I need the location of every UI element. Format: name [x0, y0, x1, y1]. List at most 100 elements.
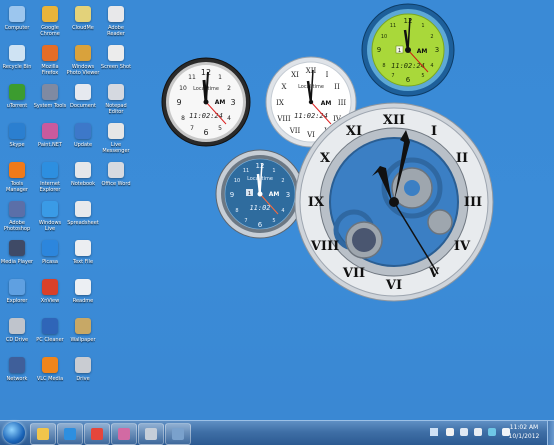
taskbar-snipping-tool-button[interactable] [138, 423, 164, 445]
desktop-icon[interactable]: Computer [2, 4, 32, 40]
desktop-icon[interactable]: CD Drive [2, 316, 32, 352]
app-icon [75, 84, 91, 100]
app-icon [75, 201, 91, 217]
svg-text:9: 9 [176, 98, 181, 107]
app-icon [108, 84, 124, 100]
desktop-icon[interactable]: Internet Explorer [35, 160, 65, 196]
desktop-icon[interactable]: Media Player [1, 238, 33, 274]
desktop-icon[interactable]: Adobe Reader [101, 4, 131, 40]
app-icon [75, 45, 91, 61]
tray-network-icon[interactable] [460, 428, 468, 436]
desktop-icon[interactable]: Windows Photo Viewer [67, 43, 99, 79]
clock-gadget-black[interactable]: 123 69 12 45 78 1011 Local time AM 11:02… [160, 56, 252, 148]
svg-text:11: 11 [243, 168, 249, 174]
desktop-icon[interactable]: Mozilla Firefox [35, 43, 65, 79]
show-desktop-button[interactable] [547, 421, 554, 445]
svg-text:5: 5 [272, 218, 275, 224]
app-icon [42, 201, 58, 217]
taskbar-date: 10/1/2012 [508, 433, 540, 440]
desktop-icon[interactable]: Update [68, 121, 98, 157]
svg-text:IX: IX [276, 99, 284, 107]
desktop-icon[interactable]: Picasa [35, 238, 65, 274]
svg-text:8: 8 [181, 115, 185, 122]
svg-text:X: X [282, 83, 287, 91]
desktop-icon[interactable]: Explorer [2, 277, 32, 313]
svg-text:7: 7 [190, 125, 194, 132]
svg-text:XII: XII [383, 113, 405, 128]
taskbar-explorer-button[interactable] [30, 423, 56, 445]
desktop-icon[interactable]: Notepad Editor [101, 82, 131, 118]
desktop-icon[interactable]: Recycle Bin [2, 43, 32, 79]
taskbar-clock[interactable]: 11:02 AM 10/1/2012 [502, 423, 546, 441]
taskbar-internet-explorer-button[interactable] [57, 423, 83, 445]
clock-gadget-steampunk[interactable]: XII I II III IV V VI VII VIII IX X XI [292, 102, 496, 302]
svg-text:X: X [320, 151, 331, 166]
taskbar-chrome-button[interactable] [84, 423, 110, 445]
app-icon [75, 318, 91, 334]
desktop-icon[interactable]: PC Cleaner [35, 316, 65, 352]
svg-text:11: 11 [188, 74, 196, 81]
tray-arrow-icon[interactable] [430, 428, 438, 436]
desktop-icon[interactable]: Wallpaper [68, 316, 98, 352]
desktop-icon-label: Adobe Reader [107, 25, 125, 37]
desktop-icon-label: Readme [72, 298, 94, 304]
svg-text:I: I [326, 71, 329, 79]
clock3-day: 1 [398, 48, 401, 54]
desktop-icon[interactable]: Readme [68, 277, 98, 313]
desktop-icon[interactable]: VLC Media [35, 355, 65, 391]
desktop-icon-label: Text File [72, 259, 94, 265]
svg-text:XI: XI [346, 124, 362, 139]
desktop-icon-label: Office Word [101, 181, 131, 187]
desktop-icon[interactable]: Live Messenger [101, 121, 131, 157]
tray-app-icon[interactable] [488, 428, 496, 436]
svg-text:1: 1 [421, 23, 424, 29]
desktop-icon-label: Internet Explorer [39, 181, 61, 193]
desktop-icon[interactable]: Spreadsheet [67, 199, 99, 235]
svg-text:10: 10 [179, 85, 187, 92]
svg-text:3: 3 [286, 191, 290, 199]
desktop-icon-label: Tools Manager [6, 181, 28, 193]
desktop-icon[interactable]: Network [2, 355, 32, 391]
svg-text:1: 1 [218, 74, 222, 81]
desktop-icon[interactable]: uTorrent [2, 82, 32, 118]
desktop-icon[interactable]: Text File [68, 238, 98, 274]
app-icon [42, 357, 58, 373]
desktop-icon[interactable]: Paint.NET [35, 121, 65, 157]
desktop-icon[interactable]: Windows Live [35, 199, 65, 235]
tray-flag-icon[interactable] [446, 428, 454, 436]
svg-text:12: 12 [201, 68, 211, 77]
app-icon [75, 357, 91, 373]
desktop-icon[interactable]: Screen Shot [101, 43, 131, 79]
clock4-digital: 11:02 [249, 204, 270, 212]
app-icon [9, 84, 25, 100]
desktop-icon[interactable]: Adobe Photoshop [2, 199, 32, 235]
tray-volume-icon[interactable] [474, 428, 482, 436]
desktop-icon-label: Recycle Bin [2, 64, 32, 70]
desktop-icon[interactable]: Notebook [68, 160, 98, 196]
desktop-icon-label: XnView [40, 298, 60, 304]
desktop-icon[interactable]: Skype [2, 121, 32, 157]
desktop-icon[interactable]: Drive [68, 355, 98, 391]
app-icon [9, 162, 25, 178]
clock-gadget-green[interactable]: 123 69 12 45 78 1011 1 AM 11:02:24 [360, 2, 456, 98]
svg-text:VIII: VIII [276, 115, 291, 123]
taskbar-paint-button[interactable] [111, 423, 137, 445]
desktop-icon[interactable]: Office Word [101, 160, 131, 196]
desktop-icon[interactable]: CloudMe [68, 4, 98, 40]
taskbar-gadgets-button[interactable] [165, 423, 191, 445]
desktop-icon[interactable]: System Tools [34, 82, 66, 118]
desktop-icon[interactable]: Google Chrome [35, 4, 65, 40]
desktop-icon[interactable]: Tools Manager [2, 160, 32, 196]
desktop-icon[interactable]: Document [68, 82, 98, 118]
desktop-icon[interactable]: XnView [35, 277, 65, 313]
start-button[interactable] [3, 422, 25, 444]
desktop[interactable]: Computer Google Chrome CloudMe Adobe Reader… [0, 0, 554, 420]
app-icon [9, 123, 25, 139]
app-icon [108, 45, 124, 61]
clock3-ampm: AM [417, 48, 428, 55]
clock1-ampm: AM [215, 99, 226, 106]
svg-text:II: II [456, 151, 468, 166]
desktop-icon-label: Explorer [6, 298, 28, 304]
svg-text:4: 4 [430, 63, 433, 69]
desktop-icon-label: uTorrent [6, 103, 28, 109]
